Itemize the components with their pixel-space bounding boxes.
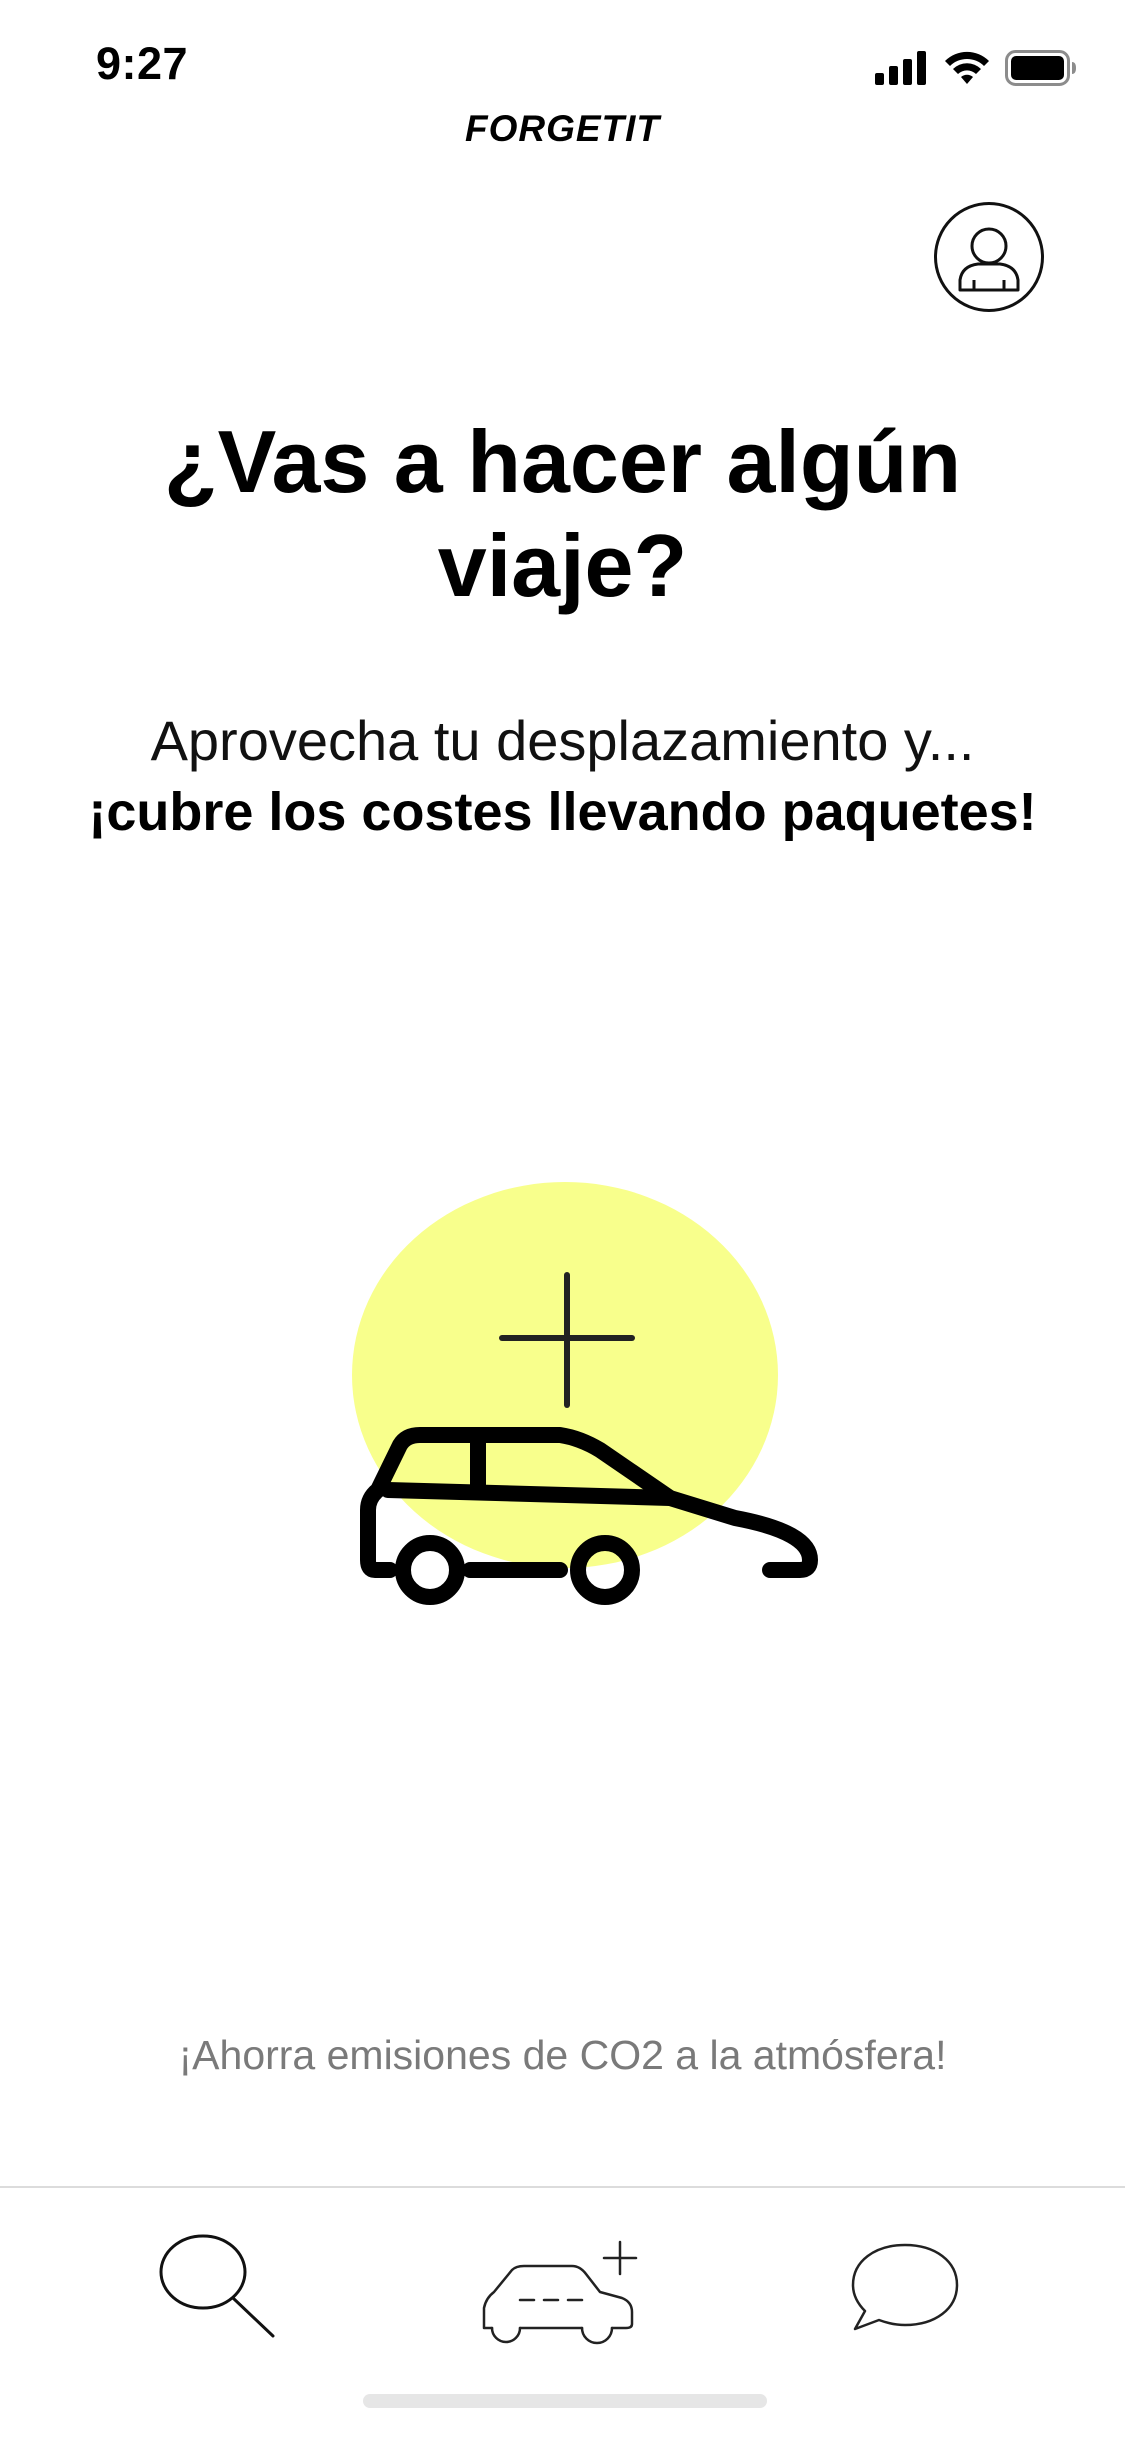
chat-bubble-icon	[851, 2243, 959, 2331]
profile-button[interactable]	[934, 202, 1044, 312]
wifi-icon	[945, 51, 989, 84]
home-indicator	[363, 2394, 767, 2408]
cellular-signal-icon	[875, 51, 926, 85]
user-icon	[958, 227, 1020, 292]
page-title: ¿Vas a hacer algún viaje?	[163, 412, 962, 615]
tab-search[interactable]	[130, 2218, 310, 2358]
tab-messages[interactable]	[815, 2218, 995, 2358]
page-subtitle: Aprovecha tu desplazamiento y... ¡cubre …	[80, 705, 1045, 847]
search-icon	[159, 2234, 275, 2338]
status-icons	[875, 48, 1077, 88]
subtitle-line-2: ¡cubre los costes llevando paquetes!	[88, 782, 1037, 842]
battery-icon	[1005, 50, 1076, 86]
app-logo: FORGETIT	[464, 108, 661, 149]
status-time: 9:27	[96, 38, 189, 89]
subtitle-line-1: Aprovecha tu desplazamiento y...	[150, 709, 975, 772]
co2-note: ¡Ahorra emisiones de CO2 a la atmósfera!	[178, 2032, 947, 2078]
car-plus-icon	[482, 2240, 638, 2345]
tab-add-trip[interactable]	[472, 2218, 652, 2358]
add-trip-illustration[interactable]	[340, 1180, 830, 1620]
